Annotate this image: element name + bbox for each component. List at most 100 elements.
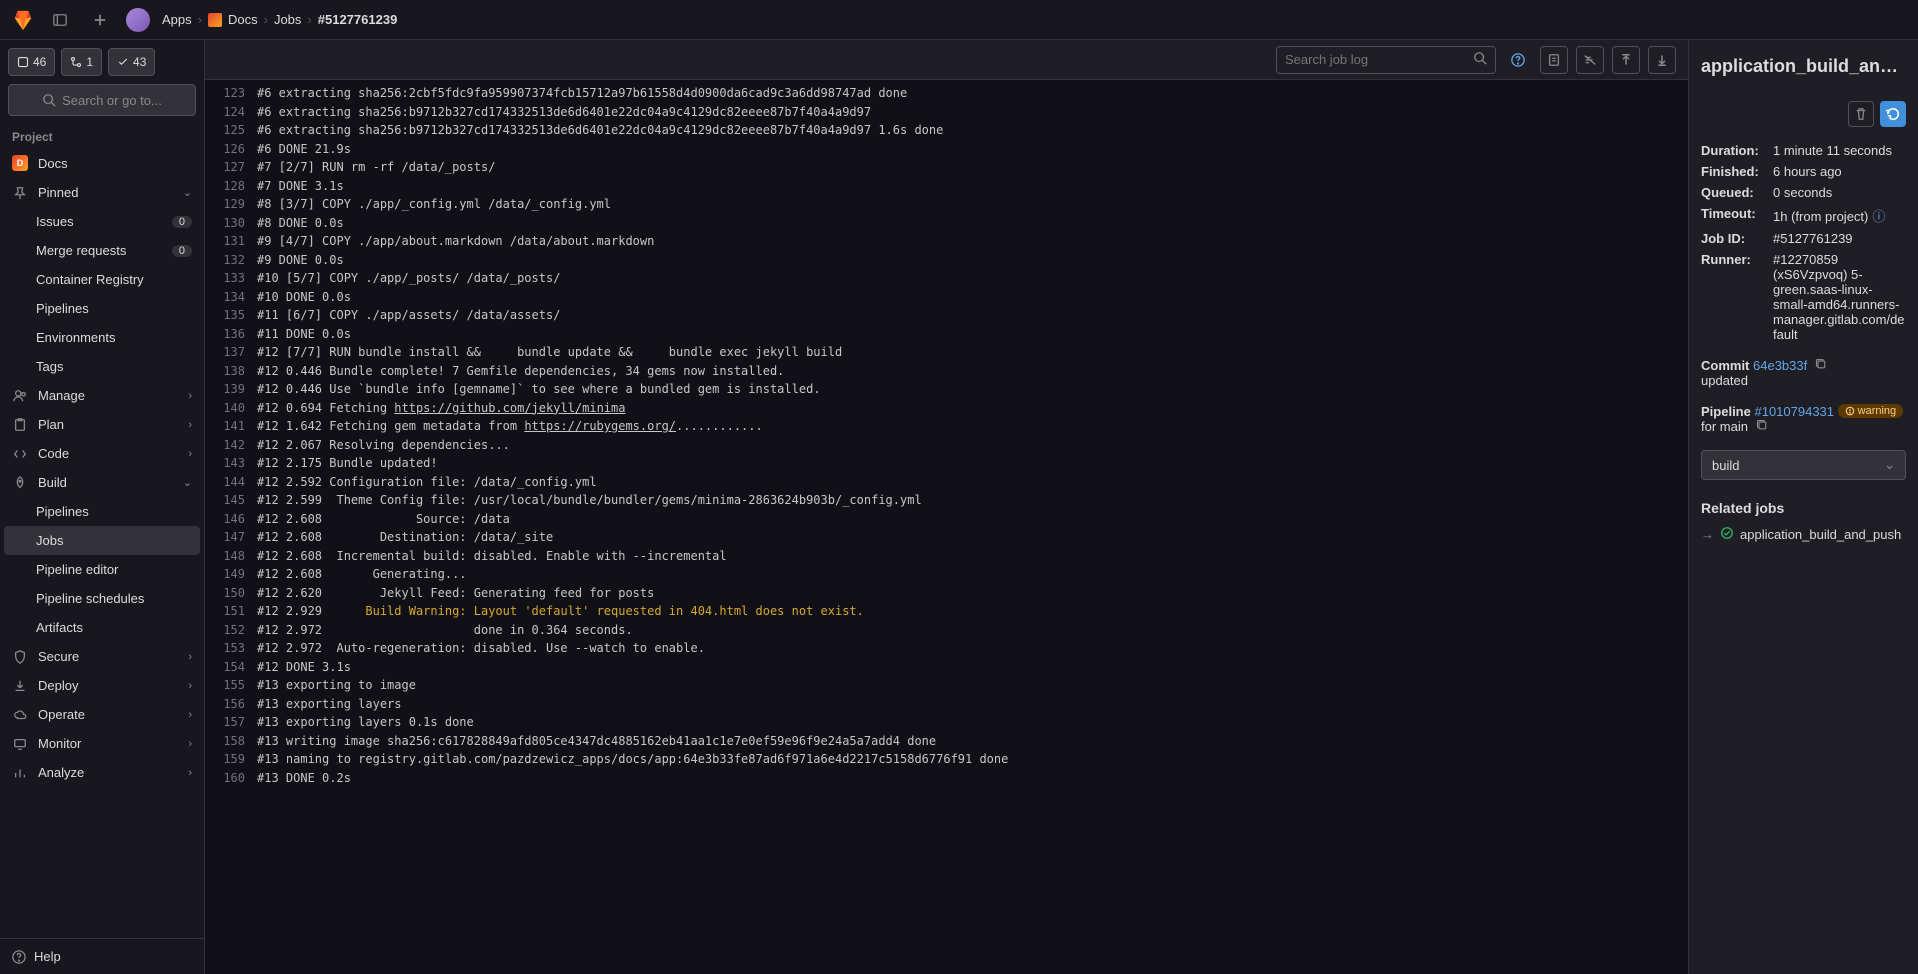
nav-monitor[interactable]: Monitor› [0, 729, 204, 758]
runner-value: #12270859 (xS6Vzpvoq) 5-green.saas-linux… [1773, 252, 1906, 342]
scroll-bottom-icon[interactable] [1648, 46, 1676, 74]
line-number: 136 [205, 325, 257, 344]
log-line: 150#12 2.620 Jekyll Feed: Generating fee… [205, 584, 1688, 603]
pinned-item-merge-requests[interactable]: Merge requests0 [0, 236, 204, 265]
pinned-item-issues[interactable]: Issues0 [0, 207, 204, 236]
nav-pipelines[interactable]: Pipelines [0, 497, 204, 526]
related-job-name[interactable]: application_build_and_push [1740, 527, 1901, 542]
search-icon[interactable] [1473, 51, 1487, 68]
nav-deploy[interactable]: Deploy› [0, 671, 204, 700]
pipeline-id-link[interactable]: #1010794331 [1754, 404, 1834, 419]
runner-label: Runner: [1701, 252, 1773, 342]
log-line: 137#12 [7/7] RUN bundle install && bundl… [205, 343, 1688, 362]
copy-icon[interactable] [1815, 358, 1827, 373]
job-log-search-input[interactable] [1285, 52, 1473, 67]
gitlab-logo[interactable] [12, 9, 34, 31]
chevron-right-icon: › [188, 767, 192, 779]
global-search[interactable]: Search or go to... [8, 84, 196, 116]
line-number: 123 [205, 84, 257, 103]
nav-operate[interactable]: Operate› [0, 700, 204, 729]
pinned-item-tags[interactable]: Tags [0, 352, 204, 381]
count-badge: 0 [172, 216, 192, 228]
plus-icon[interactable] [86, 6, 114, 34]
todos-counter[interactable]: 46 [8, 48, 55, 76]
raw-log-icon[interactable] [1540, 46, 1568, 74]
nav-jobs[interactable]: Jobs [4, 526, 200, 555]
nav-manage[interactable]: Manage› [0, 381, 204, 410]
log-line: 151#12 2.929 Build Warning: Layout 'defa… [205, 602, 1688, 621]
avatar[interactable] [126, 8, 150, 32]
log-line: 124#6 extracting sha256:b9712b327cd17433… [205, 103, 1688, 122]
line-number: 153 [205, 639, 257, 658]
line-text: #12 [7/7] RUN bundle install && bundle u… [257, 343, 842, 362]
users-icon [12, 389, 28, 403]
pipeline-warning-badge: warning [1838, 404, 1904, 418]
log-line: 134#10 DONE 0.0s [205, 288, 1688, 307]
nav-artifacts[interactable]: Artifacts [0, 613, 204, 642]
queued-label: Queued: [1701, 185, 1773, 200]
pinned-collapse[interactable]: Pinned ⌄ [0, 178, 204, 207]
nav-label: Pipeline schedules [36, 591, 144, 606]
nav-plan[interactable]: Plan › [0, 410, 204, 439]
line-number: 159 [205, 750, 257, 769]
line-text: #6 extracting sha256:2cbf5fdc9fa95990737… [257, 84, 907, 103]
log-line: 130#8 DONE 0.0s [205, 214, 1688, 233]
job-log-search[interactable] [1276, 46, 1496, 74]
line-text: #13 exporting to image [257, 676, 416, 695]
sidebar-toggle-icon[interactable] [46, 6, 74, 34]
nav-label: Build [38, 475, 67, 490]
stage-select[interactable]: build ⌄ [1701, 450, 1906, 480]
log-link[interactable]: https://rubygems.org/ [524, 419, 676, 433]
project-badge-icon: D [12, 155, 28, 171]
log-link[interactable]: https://github.com/jekyll/minima [394, 401, 625, 415]
duration-label: Duration: [1701, 143, 1773, 158]
line-text: #12 0.446 Use `bundle info [gemname]` to… [257, 380, 821, 399]
log-line: 144#12 2.592 Configuration file: /data/_… [205, 473, 1688, 492]
line-text: #11 [6/7] COPY ./app/assets/ /data/asset… [257, 306, 560, 325]
timeout-value: 1h (from project)ⓘ [1773, 206, 1906, 225]
log-line: 147#12 2.608 Destination: /data/_site [205, 528, 1688, 547]
line-number: 149 [205, 565, 257, 584]
line-text: #6 extracting sha256:b9712b327cd17433251… [257, 121, 943, 140]
scroll-top-icon[interactable] [1612, 46, 1640, 74]
commit-sha-link[interactable]: 64e3b33f [1753, 358, 1807, 373]
breadcrumb-apps[interactable]: Apps [162, 12, 192, 27]
line-text: #8 [3/7] COPY ./app/_config.yml /data/_c… [257, 195, 611, 214]
job-log[interactable]: 123#6 extracting sha256:2cbf5fdc9fa95990… [205, 80, 1688, 974]
chevron-right-icon: › [188, 390, 192, 402]
breadcrumb-docs[interactable]: Docs [228, 12, 258, 27]
scroll-off-icon[interactable] [1576, 46, 1604, 74]
line-number: 150 [205, 584, 257, 603]
log-line: 156#13 exporting layers [205, 695, 1688, 714]
line-text: #12 2.608 Incremental build: disabled. E… [257, 547, 727, 566]
breadcrumb-jobs[interactable]: Jobs [274, 12, 301, 27]
nav-pipeline-schedules[interactable]: Pipeline schedules [0, 584, 204, 613]
mrs-counter[interactable]: 1 [61, 48, 102, 76]
line-text: #13 writing image sha256:c617828849afd80… [257, 732, 936, 751]
chevron-down-icon: ⌄ [183, 476, 192, 489]
chevron-right-icon: › [188, 419, 192, 431]
pinned-item-pipelines[interactable]: Pipelines [0, 294, 204, 323]
chart-icon [12, 766, 28, 780]
nav-code[interactable]: Code› [0, 439, 204, 468]
line-number: 152 [205, 621, 257, 640]
retry-job-button[interactable] [1880, 101, 1906, 127]
nav-analyze[interactable]: Analyze› [0, 758, 204, 787]
help-link[interactable]: Help [0, 938, 204, 974]
project-link[interactable]: D Docs [0, 148, 204, 178]
pinned-item-container-registry[interactable]: Container Registry [0, 265, 204, 294]
timeout-help-icon[interactable]: ⓘ [1872, 209, 1885, 224]
copy-branch-icon[interactable] [1756, 419, 1768, 434]
log-line: 149#12 2.608 Generating... [205, 565, 1688, 584]
log-line: 152#12 2.972 done in 0.364 seconds. [205, 621, 1688, 640]
nav-pipeline-editor[interactable]: Pipeline editor [0, 555, 204, 584]
pinned-item-environments[interactable]: Environments [0, 323, 204, 352]
issues-counter[interactable]: 43 [108, 48, 155, 76]
line-text: #12 0.446 Bundle complete! 7 Gemfile dep… [257, 362, 784, 381]
nav-label: Plan [38, 417, 64, 432]
help-icon[interactable] [1504, 46, 1532, 74]
nav-secure[interactable]: Secure› [0, 642, 204, 671]
nav-build[interactable]: Build ⌄ [0, 468, 204, 497]
line-text: #13 naming to registry.gitlab.com/pazdze… [257, 750, 1008, 769]
delete-job-button[interactable] [1848, 101, 1874, 127]
